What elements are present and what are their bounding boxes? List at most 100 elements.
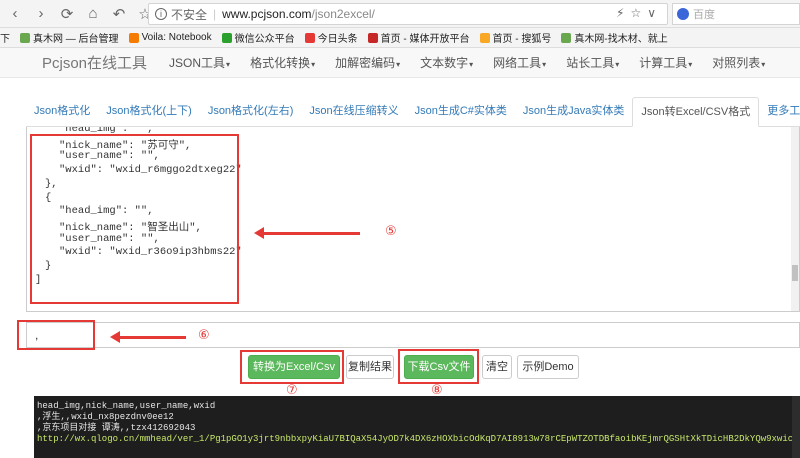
bookmark-item[interactable]: 微信公众平台	[221, 30, 295, 45]
nav-menu-label: 站长工具	[566, 56, 615, 70]
insecure-label: 不安全	[171, 7, 208, 22]
nav-menu-label: 对照列表	[712, 56, 761, 70]
caret-down-icon: ▾	[226, 60, 231, 69]
delimiter-input[interactable]: ,	[26, 322, 800, 348]
address-bar[interactable]: i 不安全 | www.pcjson.com /json2excel/	[148, 3, 668, 25]
nav-menu-item[interactable]: 对照列表▾	[712, 54, 765, 71]
copy-result-button[interactable]: 复制结果	[346, 355, 394, 379]
nav-menu-item[interactable]: 格式化转换▾	[250, 54, 315, 71]
nav-menu-item[interactable]: 加解密编码▾	[335, 54, 400, 71]
nav-menu-item[interactable]: 文本数字▾	[420, 54, 473, 71]
output-line: ,京东项目对接 谭涛,,tzx412692043	[37, 423, 196, 433]
bookmark-item[interactable]: 今日头条	[304, 30, 358, 45]
caret-down-icon: ▾	[761, 60, 766, 69]
demo-button[interactable]: 示例Demo	[517, 355, 579, 379]
back-icon[interactable]: ‹	[4, 3, 26, 25]
undo-icon[interactable]: ↶	[108, 3, 130, 25]
nav-menu-item[interactable]: JSON工具▾	[169, 54, 230, 71]
bookmark-item[interactable]: 首页 - 媒体开放平台	[367, 30, 470, 45]
nav-menu-label: 计算工具	[639, 56, 688, 70]
baidu-icon	[677, 8, 689, 20]
dropdown-icon[interactable]: ∨	[647, 6, 656, 20]
annotation-arrow-6	[110, 331, 186, 343]
output-scrollbar[interactable]	[792, 396, 800, 458]
caret-down-icon: ▾	[542, 60, 547, 69]
json-scrollbar-thumb[interactable]	[792, 265, 798, 281]
caret-down-icon: ▾	[311, 60, 316, 69]
reload-icon[interactable]: ⟳	[56, 3, 78, 25]
csv-output-area[interactable]: head_img,nick_name,user_name,wxid ,浮生,,wx…	[34, 396, 800, 458]
annotation-box-convert	[240, 350, 344, 384]
bookmark-item[interactable]: 真木网-找木材、就上	[561, 30, 668, 45]
caret-down-icon: ▾	[688, 60, 693, 69]
caret-down-icon: ▾	[396, 60, 401, 69]
bookmark-icon	[20, 32, 30, 43]
nav-menu-item[interactable]: 网络工具▾	[493, 54, 546, 71]
bookmark-icon	[561, 32, 572, 43]
nav-menu-item[interactable]: 计算工具▾	[639, 54, 692, 71]
bookmark-icon	[304, 32, 315, 43]
bookmark-label: 首页 - 搜狐号	[492, 34, 552, 45]
tab-item[interactable]: 更多工具▾	[759, 97, 800, 127]
browser-search-input[interactable]: 百度	[672, 3, 800, 25]
tab-label: Json生成C#实体类	[414, 105, 507, 117]
favorite-icon[interactable]: ☆	[630, 6, 641, 20]
tab-label: Json生成Java实体类	[522, 105, 625, 117]
home-icon[interactable]: ⌂	[82, 3, 104, 25]
address-separator: |	[213, 7, 217, 21]
annotation-box-delimiter	[17, 320, 95, 350]
bookmark-label: 下	[0, 34, 10, 45]
annotation-box-json	[30, 134, 239, 304]
tab-label: 更多工具	[767, 105, 800, 117]
output-line: ,浮生,,wxid_nx8pezdnv0ee12	[37, 412, 174, 422]
address-actions: ⚡ ☆ ∨	[616, 6, 656, 20]
info-icon[interactable]: i	[155, 8, 167, 20]
nav-menu-label: JSON工具	[169, 56, 226, 70]
bookmark-icon	[128, 32, 139, 43]
bookmark-label: 微信公众平台	[234, 34, 295, 45]
forward-icon[interactable]: ›	[30, 3, 52, 25]
bookmark-label: 今日头条	[317, 34, 358, 45]
site-brand[interactable]: Pcjson在线工具	[42, 52, 147, 73]
tab-label: Json转Excel/CSV格式	[641, 106, 751, 118]
annotation-box-download	[398, 349, 479, 384]
annotation-label-6: ⑥	[198, 327, 210, 342]
tab-item[interactable]: Json格式化(上下)	[98, 97, 200, 127]
bookmark-icon	[479, 32, 490, 43]
bookmark-item[interactable]: 下	[0, 30, 10, 45]
nav-menu-label: 加解密编码	[335, 56, 396, 70]
nav-menu-label: 文本数字	[420, 56, 469, 70]
tab-item[interactable]: Json格式化	[26, 97, 98, 127]
tab-label: Json格式化(上下)	[106, 105, 192, 117]
caret-down-icon: ▾	[615, 60, 620, 69]
tab-item[interactable]: Json转Excel/CSV格式	[632, 97, 760, 127]
tab-item[interactable]: Json在线压缩转义	[301, 97, 406, 127]
clear-button[interactable]: 清空	[482, 355, 512, 379]
lightning-icon[interactable]: ⚡	[616, 6, 624, 20]
bookmark-icon	[221, 32, 232, 43]
bookmark-icon	[367, 32, 378, 43]
tab-item[interactable]: Json生成C#实体类	[407, 97, 515, 127]
bookmark-item[interactable]: 真木网 — 后台管理	[20, 30, 119, 45]
bookmark-item[interactable]: Voila: Notebook	[128, 32, 212, 43]
tool-tabs: Json格式化 Json格式化(上下) Json格式化(左右) Json在线压缩转义 J…	[26, 97, 800, 127]
tab-label: Json格式化	[34, 105, 91, 117]
tab-label: Json格式化(左右)	[207, 105, 294, 117]
output-line: http://wx.qlogo.cn/mmhead/ver_1/Pg1pGO1y…	[37, 434, 800, 444]
annotation-arrow-5	[254, 227, 360, 239]
annotation-label-5: ⑤	[385, 223, 397, 238]
nav-menu-item[interactable]: 站长工具▾	[566, 54, 619, 71]
bookmark-label: 首页 - 媒体开放平台	[380, 34, 470, 45]
tab-item[interactable]: Json生成Java实体类	[515, 97, 632, 127]
tab-item[interactable]: Json格式化(左右)	[200, 97, 302, 127]
site-navbar: Pcjson在线工具 JSON工具▾ 格式化转换▾ 加解密编码▾ 文本数字▾ 网络工具▾…	[0, 48, 800, 78]
address-host: www.pcjson.com	[222, 7, 312, 21]
address-path: /json2excel/	[311, 7, 375, 21]
bookmark-item[interactable]: 首页 - 搜狐号	[479, 30, 552, 45]
bookmark-label: 真木网 — 后台管理	[33, 34, 119, 45]
nav-menu-label: 格式化转换	[250, 56, 311, 70]
nav-menu-label: 网络工具	[493, 56, 542, 70]
tab-label: Json在线压缩转义	[309, 105, 399, 117]
bookmarks-bar: 下 真木网 — 后台管理 Voila: Notebook 微信公众平台 今日头条 首页 -…	[0, 28, 800, 48]
json-scrollbar[interactable]	[791, 127, 799, 311]
